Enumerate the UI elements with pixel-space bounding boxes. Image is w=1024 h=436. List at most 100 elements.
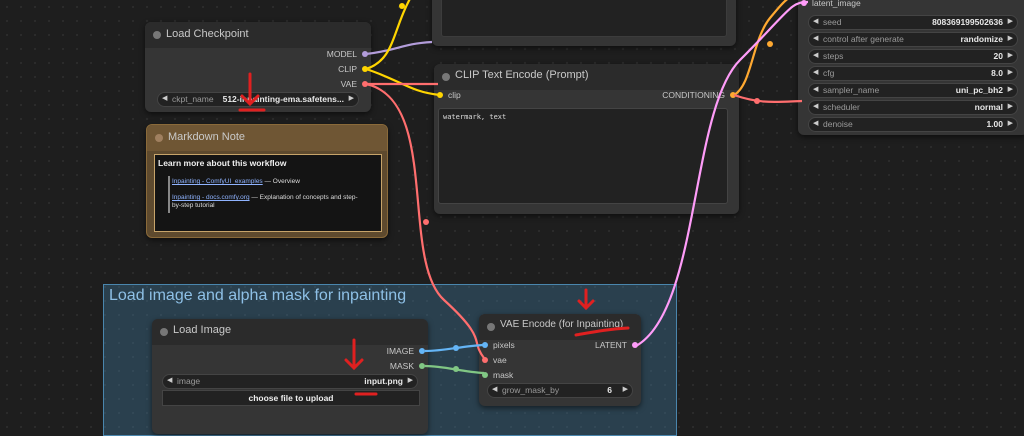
arrow-left-icon[interactable]: ◀ bbox=[167, 376, 172, 384]
arrow-left-icon[interactable]: ◀ bbox=[813, 17, 818, 25]
grow-mask-label: grow_mask_by bbox=[502, 385, 560, 395]
input-label-pixels: pixels bbox=[493, 340, 515, 350]
arrow-left-icon[interactable]: ◀ bbox=[162, 94, 167, 102]
prompt-textarea[interactable]: watermark, text bbox=[438, 108, 728, 204]
widget-value: uni_pc_bh2 bbox=[955, 85, 1003, 95]
wire-conditioning-neg bbox=[733, 93, 803, 103]
markdown-content: Learn more about this workflow Inpaintin… bbox=[154, 154, 382, 232]
markdown-list-item-1: Inpainting - ComfyUI_examples — Overview bbox=[172, 178, 300, 185]
group-title: Load image and alpha mask for inpainting bbox=[109, 287, 407, 304]
reroute-dot bbox=[399, 3, 405, 9]
output-socket-image[interactable] bbox=[419, 348, 425, 354]
node-status-dot bbox=[442, 73, 450, 81]
output-label-vae: VAE bbox=[340, 79, 357, 89]
partial-node-top[interactable] bbox=[432, 0, 736, 46]
arrow-left-icon[interactable]: ◀ bbox=[492, 385, 497, 393]
output-socket-conditioning[interactable] bbox=[730, 92, 736, 98]
arrow-right-icon[interactable]: ▶ bbox=[1008, 51, 1013, 59]
markdown-list-item-2: Inpainting - docs.comfy.org — Explanatio… bbox=[172, 194, 362, 210]
ksampler-node[interactable]: latent_image ◀ seed 808369199502636 ▶ ◀ contr… bbox=[798, 0, 1024, 135]
wire-clip-up bbox=[365, 0, 411, 71]
node-titlebar[interactable]: Markdown Note bbox=[147, 125, 387, 151]
link-comfyui-examples[interactable]: Inpainting - ComfyUI_examples bbox=[172, 178, 263, 185]
widget-value: 20 bbox=[993, 51, 1003, 61]
arrow-right-icon[interactable]: ▶ bbox=[1008, 34, 1013, 42]
ksampler-widget-steps[interactable]: ◀ steps 20 ▶ bbox=[808, 49, 1018, 64]
arrow-right-icon[interactable]: ▶ bbox=[1008, 102, 1013, 110]
output-socket-mask[interactable] bbox=[419, 363, 425, 369]
input-label-latent-image: latent_image bbox=[812, 0, 861, 8]
link-docs-comfy[interactable]: Inpainting - docs.comfy.org bbox=[172, 194, 250, 201]
annotation-arrow-vae-encode bbox=[574, 288, 630, 337]
widget-label: sampler_name bbox=[823, 85, 880, 95]
reroute-dot bbox=[767, 41, 773, 47]
input-socket-pixels[interactable] bbox=[482, 342, 488, 348]
output-label-latent: LATENT bbox=[595, 340, 627, 350]
input-socket-mask[interactable] bbox=[482, 372, 488, 378]
arrow-left-icon[interactable]: ◀ bbox=[813, 102, 818, 110]
arrow-right-icon[interactable]: ▶ bbox=[623, 385, 628, 393]
output-label-conditioning: CONDITIONING bbox=[662, 90, 725, 100]
node-titlebar[interactable]: Load Image bbox=[152, 319, 428, 345]
arrow-right-icon[interactable]: ▶ bbox=[1008, 85, 1013, 93]
widget-label: denoise bbox=[823, 119, 853, 129]
choose-file-upload-button[interactable]: choose file to upload bbox=[162, 390, 420, 406]
ksampler-widget-denoise[interactable]: ◀ denoise 1.00 ▶ bbox=[808, 117, 1018, 132]
node-title: Load Image bbox=[173, 324, 232, 336]
widget-label: scheduler bbox=[823, 102, 860, 112]
widget-value: 808369199502636 bbox=[932, 17, 1003, 27]
ksampler-widget-sampler-name[interactable]: ◀ sampler_name uni_pc_bh2 ▶ bbox=[808, 83, 1018, 98]
arrow-left-icon[interactable]: ◀ bbox=[813, 85, 818, 93]
node-titlebar[interactable]: CLIP Text Encode (Prompt) bbox=[434, 64, 739, 90]
input-label-vae: vae bbox=[493, 355, 507, 365]
output-label-model: MODEL bbox=[326, 49, 357, 59]
arrow-left-icon[interactable]: ◀ bbox=[813, 51, 818, 59]
markdown-heading: Learn more about this workflow bbox=[158, 158, 287, 168]
grow-mask-by-widget[interactable]: ◀ grow_mask_by 6 ▶ bbox=[487, 383, 633, 398]
output-label-mask: MASK bbox=[389, 361, 414, 371]
arrow-right-icon[interactable]: ▶ bbox=[1008, 68, 1013, 76]
annotation-arrow-checkpoint bbox=[238, 72, 266, 112]
widget-label: control after generate bbox=[823, 34, 904, 44]
input-socket-clip[interactable] bbox=[437, 92, 443, 98]
arrow-right-icon[interactable]: ▶ bbox=[1008, 119, 1013, 127]
ksampler-widget-cfg[interactable]: ◀ cfg 8.0 ▶ bbox=[808, 66, 1018, 81]
load-image-node[interactable]: Load Image IMAGE MASK ◀ image input.png … bbox=[152, 319, 428, 434]
output-label-clip: CLIP bbox=[338, 64, 357, 74]
input-socket-vae[interactable] bbox=[482, 357, 488, 363]
ksampler-widget-scheduler[interactable]: ◀ scheduler normal ▶ bbox=[808, 100, 1018, 115]
markdown-note-node[interactable]: Markdown Note Learn more about this work… bbox=[146, 124, 388, 238]
input-socket-latent-image[interactable] bbox=[801, 0, 807, 6]
arrow-left-icon[interactable]: ◀ bbox=[813, 119, 818, 127]
arrow-left-icon[interactable]: ◀ bbox=[813, 34, 818, 42]
quote-bar bbox=[168, 176, 170, 213]
widget-value: randomize bbox=[960, 34, 1003, 44]
widget-value: normal bbox=[974, 102, 1003, 112]
ksampler-widget-seed[interactable]: ◀ seed 808369199502636 ▶ bbox=[808, 15, 1018, 30]
node-status-dot bbox=[160, 328, 168, 336]
output-socket-latent[interactable] bbox=[632, 342, 638, 348]
image-label: image bbox=[177, 376, 201, 386]
output-socket-clip[interactable] bbox=[362, 66, 368, 72]
output-socket-vae[interactable] bbox=[362, 81, 368, 87]
node-titlebar[interactable]: Load Checkpoint bbox=[145, 22, 371, 48]
grow-mask-value: 6 bbox=[607, 385, 612, 395]
widget-value: 1.00 bbox=[986, 119, 1003, 129]
partial-node-body bbox=[441, 0, 727, 37]
arrow-right-icon[interactable]: ▶ bbox=[1008, 17, 1013, 25]
node-title: Markdown Note bbox=[168, 131, 246, 143]
arrow-left-icon[interactable]: ◀ bbox=[813, 68, 818, 76]
reroute-dot bbox=[423, 219, 429, 225]
link1-description: — Overview bbox=[264, 178, 300, 185]
node-status-dot bbox=[487, 323, 495, 331]
clip-text-encode-node[interactable]: CLIP Text Encode (Prompt) clip CONDITION… bbox=[434, 64, 739, 214]
wire-model bbox=[365, 40, 433, 56]
output-label-image: IMAGE bbox=[386, 346, 414, 356]
widget-label: seed bbox=[823, 17, 842, 27]
node-title: Load Checkpoint bbox=[166, 28, 249, 40]
arrow-right-icon[interactable]: ▶ bbox=[349, 94, 354, 102]
arrow-right-icon[interactable]: ▶ bbox=[408, 376, 413, 384]
output-socket-model[interactable] bbox=[362, 51, 368, 57]
wire-conditioning bbox=[733, 0, 789, 96]
ksampler-widget-control-after-generate[interactable]: ◀ control after generate randomize ▶ bbox=[808, 32, 1018, 47]
